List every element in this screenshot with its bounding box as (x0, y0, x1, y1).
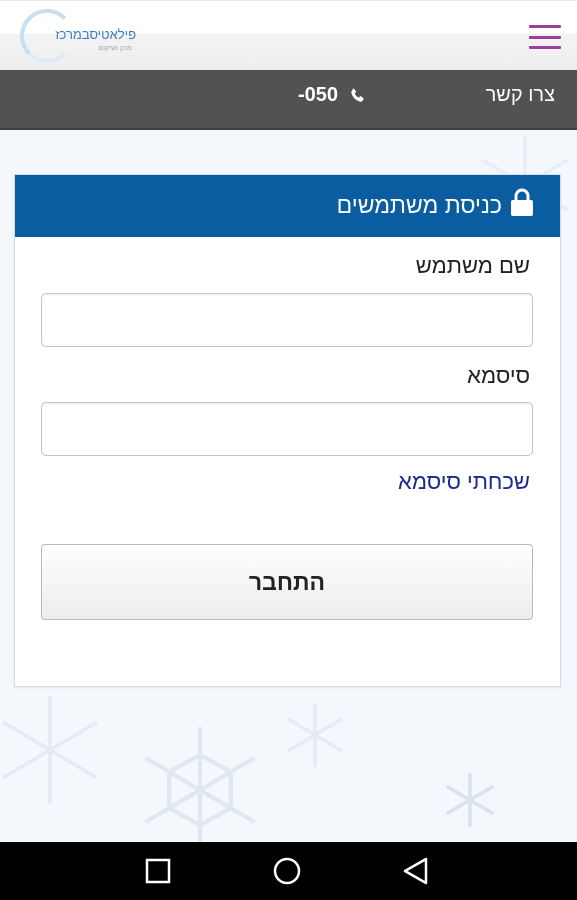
circle-home-icon[interactable] (271, 855, 303, 887)
snowflake-decoration (144, 727, 256, 853)
snowflake-decoration (445, 773, 495, 827)
square-recents-icon[interactable] (142, 855, 174, 887)
hamburger-menu-icon[interactable] (529, 25, 561, 49)
snowflake-decoration (2, 696, 98, 804)
logo-tagline: מכון ושיקום (98, 45, 132, 52)
site-logo[interactable]: פילאטיסבמרכז מכון ושיקום (16, 7, 142, 65)
contact-bar: צרו קשר -050 (0, 70, 577, 130)
lock-icon (511, 188, 533, 216)
triangle-back-icon[interactable] (400, 855, 432, 887)
android-nav-bar (0, 842, 577, 900)
login-panel-header: כניסת משתמשים (15, 175, 560, 237)
top-header: פילאטיסבמרכז מכון ושיקום (0, 0, 577, 71)
phone-icon (351, 88, 364, 102)
logo-name: פילאטיסבמרכז (55, 27, 136, 42)
contact-us-link[interactable]: צרו קשר (486, 84, 555, 107)
login-panel: כניסת משתמשים שם משתמש סיסמא שכחתי סיסמא… (14, 174, 561, 687)
login-title: כניסת משתמשים (336, 192, 502, 218)
login-button[interactable]: התחבר (41, 544, 533, 620)
forgot-password-link[interactable]: שכחתי סיסמא (398, 469, 530, 495)
password-label: סיסמא (467, 363, 530, 388)
phone-link[interactable]: -050 (298, 84, 366, 107)
password-input[interactable] (41, 402, 533, 456)
phone-number: -050 (298, 84, 339, 106)
username-label: שם משתמש (415, 253, 530, 278)
username-input[interactable] (41, 293, 533, 347)
snowflake-decoration (286, 703, 344, 767)
